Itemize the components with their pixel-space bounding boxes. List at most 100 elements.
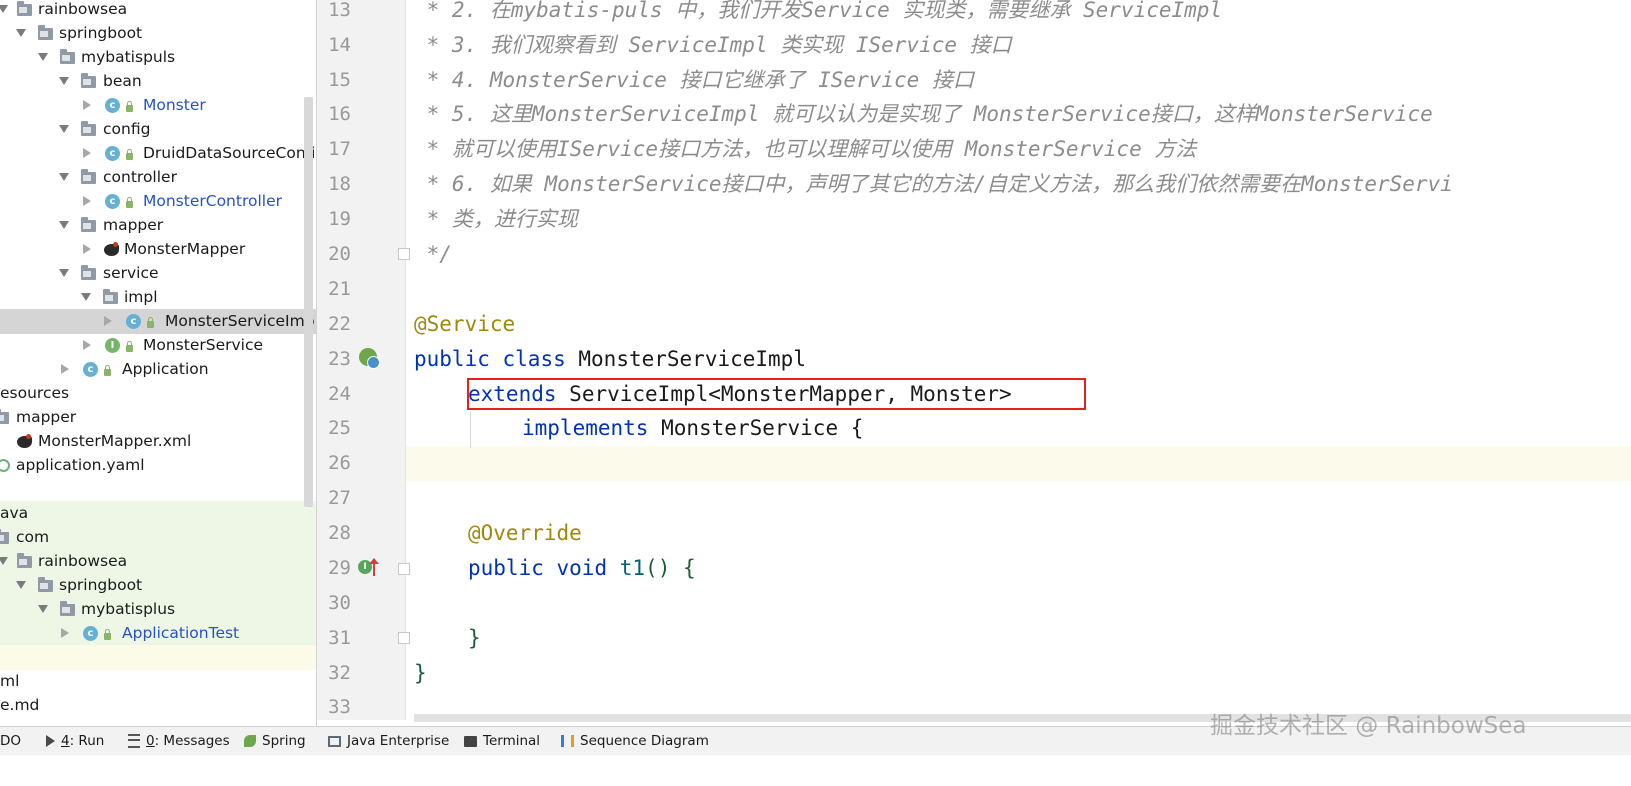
tree-item-monstermapper-xml[interactable]: MonsterMapper.xml bbox=[0, 429, 318, 454]
tab-run[interactable]: 4: Run bbox=[46, 727, 104, 755]
line-number: 23 bbox=[328, 348, 351, 370]
tree-item-mybatisplus-test[interactable]: mybatisplus bbox=[0, 597, 318, 622]
tree-item-mapper-res[interactable]: mapper bbox=[0, 405, 318, 430]
fold-marker-icon[interactable] bbox=[398, 248, 410, 260]
tree-item-controller[interactable]: controller bbox=[0, 165, 318, 190]
tree-item-monstercontroller[interactable]: c MonsterController bbox=[0, 189, 318, 214]
tree-item-label: MonsterMapper.xml bbox=[38, 432, 192, 450]
class-icon: c bbox=[126, 314, 141, 329]
tree-item-impl[interactable]: impl bbox=[0, 285, 318, 310]
tree-item-pom[interactable]: ml bbox=[0, 669, 318, 694]
tree-item-mapper[interactable]: mapper bbox=[0, 213, 318, 238]
override-arrow-icon[interactable] bbox=[369, 558, 379, 576]
tree-item-config[interactable]: config bbox=[0, 117, 318, 142]
code-line-20[interactable]: */ bbox=[414, 237, 452, 272]
chevron-down-icon[interactable] bbox=[16, 29, 26, 37]
code-line-22[interactable]: @Service bbox=[414, 307, 515, 342]
line-number: 19 bbox=[328, 208, 351, 230]
code-line-19[interactable]: * 类，进行实现 bbox=[414, 202, 578, 237]
chevron-right-icon[interactable] bbox=[83, 340, 91, 350]
tab-messages-number: 0 bbox=[146, 733, 155, 749]
chevron-down-icon[interactable] bbox=[59, 77, 69, 85]
tree-item-application[interactable]: c Application bbox=[0, 357, 318, 382]
chevron-down-icon[interactable] bbox=[59, 221, 69, 229]
tab-todo[interactable]: DO bbox=[0, 727, 21, 755]
tab-run-label: : Run bbox=[69, 733, 105, 749]
tree-item-label: rainbowsea bbox=[38, 0, 128, 18]
folder-icon bbox=[81, 73, 96, 88]
chevron-down-icon[interactable] bbox=[0, 5, 8, 13]
tree-item-com[interactable]: com bbox=[0, 525, 318, 550]
chevron-down-icon[interactable] bbox=[16, 581, 26, 589]
chevron-down-icon[interactable] bbox=[0, 557, 8, 565]
tree-item-application-yaml[interactable]: application.yaml bbox=[0, 453, 318, 478]
tree-item-rainbowsea-test[interactable]: rainbowsea bbox=[0, 549, 318, 574]
fold-marker-icon[interactable] bbox=[398, 632, 410, 644]
tree-item-label: MonsterMapper bbox=[124, 240, 246, 258]
code-line-32[interactable]: } bbox=[414, 656, 427, 691]
tree-item-springboot-test[interactable]: springboot bbox=[0, 573, 318, 598]
chevron-down-icon[interactable] bbox=[38, 605, 48, 613]
tab-messages[interactable]: 0: Messages bbox=[128, 727, 230, 755]
code-line-28[interactable]: @Override bbox=[468, 516, 582, 551]
tree-item-blank[interactable] bbox=[0, 645, 318, 670]
tree-item-java[interactable]: ava bbox=[0, 501, 318, 526]
folder-icon bbox=[0, 529, 9, 544]
tree-item-applicationtest[interactable]: c ApplicationTest bbox=[0, 621, 318, 646]
tree-item-label: mapper bbox=[103, 216, 164, 234]
chevron-down-icon[interactable] bbox=[38, 53, 48, 61]
code-line-13[interactable]: * 2. 在mybatis-puls 中，我们开发Service 实现类，需要继… bbox=[414, 0, 1222, 28]
interface-name: MonsterService { bbox=[661, 416, 864, 440]
tree-item-label: application.yaml bbox=[16, 456, 145, 474]
code-line-14[interactable]: * 3. 我们观察看到 ServiceImpl 类实现 IService 接口 bbox=[414, 28, 1012, 63]
keyword-implements: implements bbox=[522, 416, 649, 440]
tab-messages-label: : Messages bbox=[154, 733, 230, 749]
code-line-18[interactable]: * 6. 如果 MonsterService接口中，声明了其它的方法/自定义方法… bbox=[414, 167, 1453, 202]
chevron-right-icon[interactable] bbox=[61, 628, 69, 638]
lock-icon bbox=[126, 197, 133, 208]
tree-item-monsterservice[interactable]: I MonsterService bbox=[0, 333, 318, 358]
tree-item-resources[interactable]: esources bbox=[0, 381, 318, 406]
chevron-down-icon[interactable] bbox=[59, 173, 69, 181]
code-line-23[interactable]: public class MonsterServiceImpl bbox=[414, 342, 806, 377]
tab-spring[interactable]: Spring bbox=[244, 727, 306, 755]
tab-java-enterprise[interactable]: Java Enterprise bbox=[328, 727, 449, 755]
code-line-31[interactable]: } bbox=[468, 621, 481, 656]
class-icon: c bbox=[105, 146, 120, 161]
chevron-right-icon[interactable] bbox=[61, 364, 69, 374]
test-class-icon: c bbox=[83, 626, 98, 641]
tree-item-monsterserviceimpl[interactable]: c MonsterServiceImp bbox=[0, 309, 318, 334]
tree-item-druiddatasourceconfig[interactable]: c DruidDataSourceConfi bbox=[0, 141, 318, 166]
chevron-right-icon[interactable] bbox=[83, 100, 91, 110]
tree-item-bean[interactable]: bean bbox=[0, 69, 318, 94]
chevron-down-icon[interactable] bbox=[59, 269, 69, 277]
method-name: t1 bbox=[619, 556, 646, 580]
tree-item-readme[interactable]: e.md bbox=[0, 693, 318, 718]
tree-item-mybatispuls[interactable]: mybatispuls bbox=[0, 45, 318, 70]
line-number: 30 bbox=[328, 592, 351, 614]
chevron-right-icon[interactable] bbox=[83, 148, 91, 158]
tree-item-rainbowsea[interactable]: rainbowsea bbox=[0, 0, 318, 22]
chevron-right-icon[interactable] bbox=[83, 196, 91, 206]
tree-item-springboot[interactable]: springboot bbox=[0, 21, 318, 46]
tree-item-service[interactable]: service bbox=[0, 261, 318, 286]
code-line-25[interactable]: implements MonsterService { bbox=[522, 411, 863, 446]
chevron-down-icon[interactable] bbox=[59, 125, 69, 133]
tree-scrollbar[interactable] bbox=[304, 97, 313, 507]
tree-item-label: rainbowsea bbox=[38, 552, 128, 570]
chevron-right-icon[interactable] bbox=[83, 244, 91, 254]
chevron-down-icon[interactable] bbox=[81, 293, 91, 301]
spring-bean-gutter-icon[interactable] bbox=[359, 348, 380, 369]
tree-item-monster[interactable]: c Monster bbox=[0, 93, 318, 118]
chevron-right-icon[interactable] bbox=[104, 316, 112, 326]
code-line-17[interactable]: * 就可以使用IService接口方法，也可以理解可以使用 MonsterSer… bbox=[414, 132, 1197, 167]
fold-marker-icon[interactable] bbox=[398, 563, 410, 575]
tab-sequence-diagram[interactable]: Sequence Diagram bbox=[561, 727, 709, 755]
code-line-16[interactable]: * 5. 这里MonsterServiceImpl 就可以认为是实现了 Mons… bbox=[414, 97, 1433, 132]
terminal-icon bbox=[464, 735, 477, 747]
line-number: 17 bbox=[328, 138, 351, 160]
tree-item-monstermapper[interactable]: MonsterMapper bbox=[0, 237, 318, 262]
code-line-15[interactable]: * 4. MonsterService 接口它继承了 IService 接口 bbox=[414, 63, 974, 98]
code-line-29[interactable]: public void t1() { bbox=[468, 551, 696, 586]
tab-terminal[interactable]: Terminal bbox=[464, 727, 540, 755]
